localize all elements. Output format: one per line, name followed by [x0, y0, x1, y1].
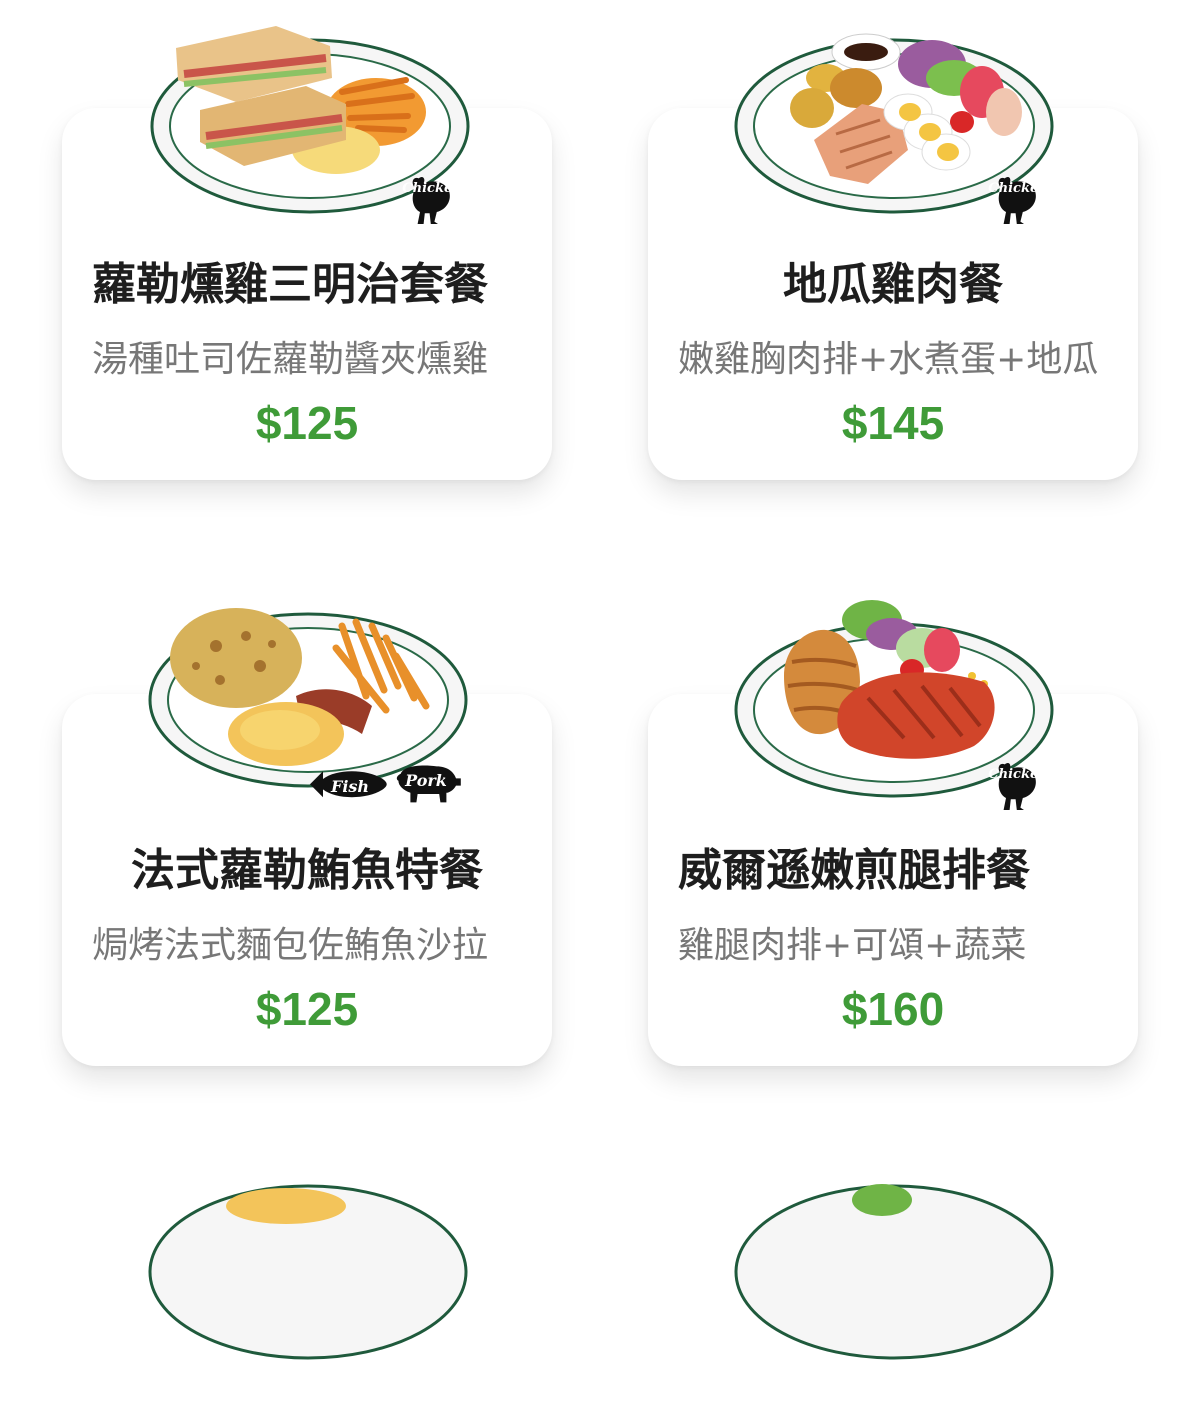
chicken-icon: Chicken [402, 176, 462, 224]
item-name: 法式蘿勒鮪魚特餐 [131, 845, 483, 896]
svg-text:Pork: Pork [404, 771, 447, 790]
fish-icon: Fish [310, 771, 387, 798]
dish-photo [136, 1172, 476, 1412]
item-price: $160 [841, 983, 945, 1035]
item-name: 威爾遜嫩煎腿排餐 [678, 845, 1030, 896]
item-name: 蘿勒燻雞三明治套餐 [92, 259, 488, 310]
dish-photo [722, 1172, 1062, 1412]
item-name: 地瓜雞肉餐 [783, 259, 1003, 310]
item-description: 雞腿肉排+可頌+蔬菜 [678, 925, 1027, 966]
chicken-icon: Chicken [988, 176, 1048, 224]
svg-text:Chicken: Chicken [988, 767, 1047, 782]
item-price: $125 [255, 397, 359, 449]
item-description: 嫩雞胸肉排+水煮蛋+地瓜 [678, 339, 1099, 380]
item-description: 湯種吐司佐蘿勒醬夾燻雞 [92, 339, 489, 380]
svg-text:Chicken: Chicken [988, 181, 1047, 196]
svg-text:Fish: Fish [330, 777, 369, 796]
item-price: $145 [841, 397, 945, 449]
item-description: 焗烤法式麵包佐鮪魚沙拉 [92, 925, 489, 966]
pig-icon: Pork [396, 765, 461, 803]
item-price: $125 [255, 983, 359, 1035]
chicken-icon: Chicken [988, 762, 1048, 810]
svg-text:Chicken: Chicken [402, 181, 461, 196]
